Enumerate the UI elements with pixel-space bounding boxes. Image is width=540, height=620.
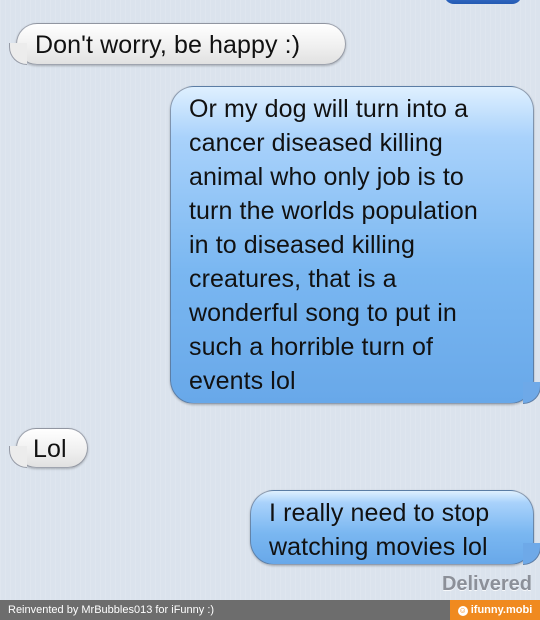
conversation-view: Don't worry, be happy :) Or my dog will … (0, 0, 540, 600)
message-text: Lol (33, 435, 67, 463)
outgoing-message-bubble[interactable]: I really need to stop watching movies lo… (250, 490, 540, 565)
message-text: Or my dog will turn into a cancer diseas… (189, 95, 478, 395)
top-message-edge (444, 0, 522, 4)
site-badge[interactable]: ☺ ifunny.mobi (450, 600, 540, 620)
incoming-message-bubble[interactable]: Don't worry, be happy :) (9, 23, 346, 65)
delivery-status: Delivered (441, 573, 532, 595)
outgoing-message-bubble[interactable]: Or my dog will turn into a cancer diseas… (170, 86, 540, 404)
watermark-footer: Reinvented by MrBubbles013 for iFunny :)… (0, 600, 540, 620)
footer-credit: Reinvented by MrBubbles013 for iFunny :) (8, 604, 215, 616)
site-url: ifunny.mobi (470, 604, 533, 616)
smiley-icon: ☺ (457, 606, 468, 616)
message-text: Don't worry, be happy :) (35, 31, 301, 59)
message-text: I really need to stop watching movies lo… (269, 499, 490, 561)
incoming-message-bubble[interactable]: Lol (9, 428, 88, 468)
